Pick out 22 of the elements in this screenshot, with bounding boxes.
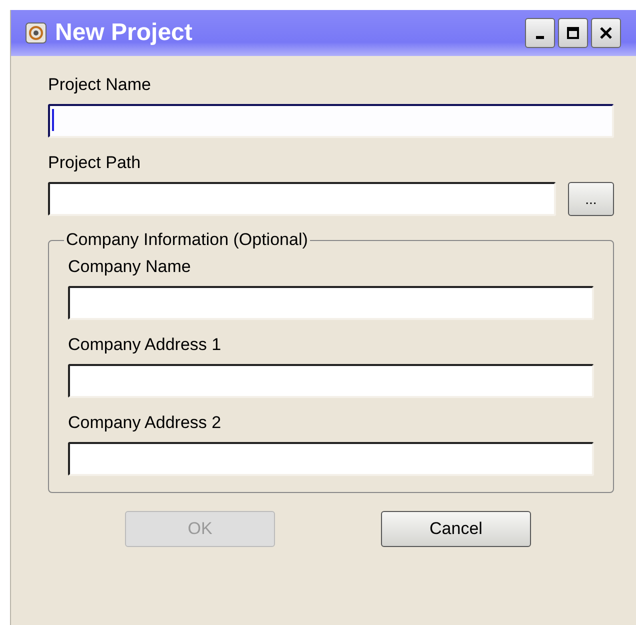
minimize-button[interactable] bbox=[525, 18, 555, 48]
browse-button[interactable]: ... bbox=[568, 182, 614, 216]
field-label: Company Address 1 bbox=[68, 334, 222, 356]
field-label: Project Name bbox=[48, 74, 152, 96]
input-field[interactable] bbox=[48, 182, 556, 216]
field-label: Company Address 2 bbox=[68, 412, 222, 434]
input-field[interactable] bbox=[68, 442, 594, 476]
group-title: Company Information (Optional) bbox=[65, 230, 309, 250]
close-button[interactable] bbox=[591, 18, 621, 48]
input-field[interactable] bbox=[68, 364, 594, 398]
input-field[interactable] bbox=[68, 286, 594, 320]
input-field[interactable] bbox=[48, 104, 614, 138]
minimize-icon bbox=[536, 36, 544, 39]
app-icon bbox=[25, 22, 47, 44]
window-title: New Project bbox=[55, 19, 192, 47]
close-icon bbox=[599, 26, 613, 40]
cancel-button[interactable]: Cancel bbox=[381, 511, 531, 547]
field-label: Project Path bbox=[48, 152, 142, 174]
maximize-button[interactable] bbox=[558, 18, 588, 48]
maximize-icon bbox=[566, 26, 580, 40]
field-label: Company Name bbox=[68, 256, 192, 278]
text-cursor bbox=[52, 109, 54, 131]
